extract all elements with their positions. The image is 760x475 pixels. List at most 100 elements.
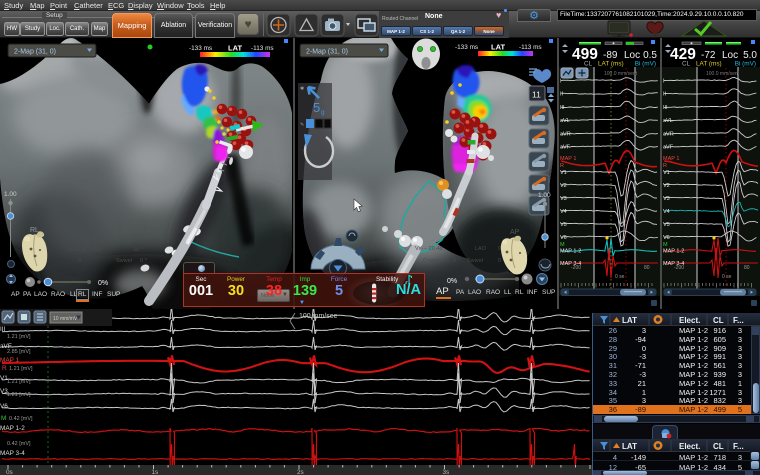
svg-text:F...: F... <box>733 442 744 451</box>
svg-text:V4: V4 <box>560 209 567 215</box>
svg-text:V2: V2 <box>560 183 567 189</box>
svg-text:LAO: LAO <box>475 246 487 252</box>
svg-text:Viewing 20.48: Viewing 20.48 <box>66 247 100 253</box>
svg-text:Bi (mV): Bi (mV) <box>735 61 756 68</box>
svg-text:2.85 [mV]: 2.85 [mV] <box>7 349 31 355</box>
svg-text:-89: -89 <box>603 50 618 61</box>
svg-text:100.0 mm/sent: 100.0 mm/sent <box>604 71 638 77</box>
svg-text:2-Map (31, 0): 2-Map (31, 0) <box>306 49 348 56</box>
svg-text:V5: V5 <box>663 222 670 228</box>
svg-text:LAT (ms): LAT (ms) <box>598 61 624 68</box>
svg-text:AP: AP <box>510 229 520 236</box>
svg-text:-133 ms: -133 ms <box>455 44 478 51</box>
svg-text:V4: V4 <box>663 209 670 215</box>
svg-text:V5: V5 <box>560 222 567 228</box>
svg-text:Swivel: Swivel <box>467 258 483 264</box>
svg-text:Loc: Loc <box>624 50 640 61</box>
svg-text:M: M <box>560 242 565 248</box>
svg-text:✎: ✎ <box>300 122 304 128</box>
svg-text:MAP 1-2: MAP 1-2 <box>663 249 684 255</box>
svg-text:III: III <box>560 105 565 111</box>
svg-text:R: R <box>663 163 667 169</box>
svg-text:M: M <box>663 242 668 248</box>
svg-text:2s: 2s <box>297 469 304 475</box>
svg-text:V1: V1 <box>560 170 567 176</box>
svg-text:5: 5 <box>313 100 320 115</box>
svg-text:1.21 [mV]: 1.21 [mV] <box>7 392 31 398</box>
svg-text:0 °: 0 ° <box>140 258 147 264</box>
svg-text:aVL: aVL <box>560 118 570 124</box>
svg-text:3s: 3s <box>443 469 450 475</box>
svg-text:-72: -72 <box>701 50 716 61</box>
svg-text:MAP 1: MAP 1 <box>560 156 576 162</box>
svg-text:Bi (mV): Bi (mV) <box>635 61 656 68</box>
svg-text:Elect.: Elect. <box>679 442 700 451</box>
svg-text:CL: CL <box>682 61 691 68</box>
svg-text:aVF: aVF <box>663 145 674 151</box>
svg-text:LAT: LAT <box>228 44 242 53</box>
svg-text:Swivel: Swivel <box>116 258 132 264</box>
svg-text:-113 ms: -113 ms <box>519 44 542 51</box>
svg-text:aVR: aVR <box>560 132 571 138</box>
svg-text:III: III <box>663 105 668 111</box>
svg-text:0.5: 0.5 <box>643 50 657 61</box>
svg-text:CL: CL <box>713 316 724 325</box>
svg-text:-133 ms: -133 ms <box>189 45 212 52</box>
svg-text:LAT: LAT <box>491 43 505 52</box>
svg-text:MAP 3-4: MAP 3-4 <box>0 450 25 457</box>
svg-text:MAP 1-2: MAP 1-2 <box>0 425 25 432</box>
svg-text:100.0 mm/sent: 100.0 mm/sent <box>706 71 740 77</box>
svg-text:2-Map (31, 0): 2-Map (31, 0) <box>14 49 56 56</box>
svg-text:80: 80 <box>644 265 650 271</box>
svg-text:R: R <box>2 365 7 372</box>
svg-text:V6: V6 <box>663 235 670 241</box>
svg-text:II: II <box>663 92 667 98</box>
svg-text:Loc: Loc <box>722 50 738 61</box>
svg-text:M: M <box>1 415 6 422</box>
svg-text:II: II <box>560 92 564 98</box>
svg-text:0s: 0s <box>6 469 13 475</box>
svg-text:MAP 1-2: MAP 1-2 <box>560 249 581 255</box>
svg-text:80: 80 <box>744 265 750 271</box>
svg-text:LAT: LAT <box>622 316 637 325</box>
svg-text:1.00: 1.00 <box>538 192 551 199</box>
svg-text:aVR: aVR <box>663 132 674 138</box>
svg-text:-200: -200 <box>674 265 684 271</box>
svg-text:V2: V2 <box>663 183 670 189</box>
svg-text:1.21 [mV]: 1.21 [mV] <box>9 366 33 372</box>
svg-text:LAT (ms): LAT (ms) <box>696 61 722 68</box>
svg-text:III: III <box>0 326 6 333</box>
svg-text:Elect.: Elect. <box>679 316 700 325</box>
svg-text:CL: CL <box>713 442 724 451</box>
svg-text:0.42 [mV]: 0.42 [mV] <box>7 441 31 447</box>
svg-text:V6: V6 <box>560 235 567 241</box>
svg-text:0: 0 <box>78 258 81 264</box>
svg-text:0 se: 0 se <box>615 274 625 280</box>
svg-text:1.21 [mV]: 1.21 [mV] <box>7 334 31 340</box>
svg-text:10 mm/mV: 10 mm/mV <box>53 316 78 322</box>
svg-text:50 °: 50 ° <box>133 247 143 253</box>
svg-text:aVF: aVF <box>560 145 571 151</box>
svg-text:0.42 [mV]: 0.42 [mV] <box>9 416 33 422</box>
svg-text:5.0: 5.0 <box>743 50 757 61</box>
svg-text:F...: F... <box>733 316 744 325</box>
svg-text:R: R <box>560 163 564 169</box>
svg-text:Vi···· 20.48: Vi···· 20.48 <box>415 246 442 252</box>
svg-text:Cranial: Cranial <box>423 258 440 264</box>
svg-text:0 se: 0 se <box>722 274 732 280</box>
svg-text:1s: 1s <box>152 469 159 475</box>
svg-text:✱: ✱ <box>300 86 304 92</box>
svg-text:1.21 [mV]: 1.21 [mV] <box>7 379 31 385</box>
svg-text:0%: 0% <box>447 278 457 285</box>
svg-text:MAP 1: MAP 1 <box>663 156 679 162</box>
svg-text:g: g <box>321 109 325 116</box>
svg-text:V6: V6 <box>0 403 8 410</box>
svg-text:1.00: 1.00 <box>4 191 17 198</box>
svg-text:-113 ms: -113 ms <box>251 45 274 52</box>
svg-text:0%: 0% <box>98 280 108 287</box>
svg-text:V1: V1 <box>663 170 670 176</box>
svg-text:MAP 1: MAP 1 <box>0 357 20 364</box>
svg-text:V3: V3 <box>663 196 670 202</box>
svg-text:LAT: LAT <box>622 442 637 451</box>
svg-text:11: 11 <box>532 90 541 100</box>
